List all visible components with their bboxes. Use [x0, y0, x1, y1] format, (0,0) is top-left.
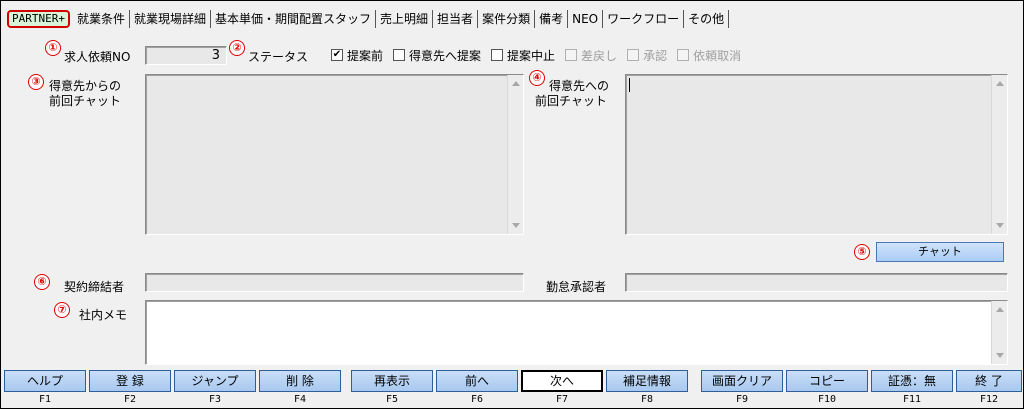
- scroll-down-icon[interactable]: [996, 223, 1004, 228]
- checkbox-checked-icon[interactable]: ✔: [331, 49, 343, 61]
- tab-worksite-details[interactable]: 就業現場詳細: [130, 10, 212, 28]
- f5-key-label: F5: [385, 394, 399, 405]
- status-option-returned: 差戻し: [565, 47, 617, 64]
- scroll-down-icon[interactable]: [512, 223, 520, 228]
- tab-work-conditions[interactable]: 就業条件: [73, 10, 130, 28]
- checkbox-icon[interactable]: [491, 49, 504, 61]
- chat-to-customer-textarea[interactable]: [625, 74, 1008, 235]
- window-frame: PARTNER+ 就業条件 就業現場詳細 基本単価・期間配置スタッフ 売上明細 …: [0, 0, 1024, 409]
- memo-scrollbar[interactable]: [991, 301, 1007, 364]
- f8-supplementary-button[interactable]: 補足情報: [606, 370, 688, 392]
- checkbox-icon[interactable]: [393, 49, 406, 61]
- badge-1: ①: [45, 40, 61, 56]
- f10-key-label: F10: [817, 394, 837, 405]
- f4-key-label: F4: [293, 394, 307, 405]
- contract-signer-field[interactable]: [145, 273, 524, 292]
- tab-case-category[interactable]: 案件分類: [478, 10, 536, 28]
- scroll-up-icon[interactable]: [996, 81, 1004, 86]
- scroll-down-icon[interactable]: [996, 353, 1004, 358]
- checkbox-icon: [677, 49, 690, 61]
- f12-key-label: F12: [979, 394, 999, 405]
- f2-register-button[interactable]: 登 録: [89, 370, 171, 392]
- tab-other[interactable]: その他: [684, 10, 730, 28]
- status-option-before-proposal[interactable]: ✔ 提案前: [331, 47, 383, 64]
- chat-to-label-line2: 前回チャット: [535, 94, 607, 108]
- status-option-proposed[interactable]: 得意先へ提案: [393, 47, 481, 64]
- badge-3: ③: [28, 74, 44, 90]
- f1-help-button[interactable]: ヘルプ: [4, 370, 86, 392]
- tab-neo[interactable]: NEO: [568, 10, 604, 28]
- status-checkbox-group: ✔ 提案前 得意先へ提案 提案中止 差戻し 承認 依頼取消: [331, 47, 751, 63]
- f6-key-label: F6: [470, 394, 484, 405]
- tab-bar: PARTNER+ 就業条件 就業現場詳細 基本単価・期間配置スタッフ 売上明細 …: [7, 9, 730, 29]
- badge-2: ②: [229, 40, 245, 56]
- f9-clear-screen-button[interactable]: 画面クリア: [701, 370, 783, 392]
- text-cursor: [629, 78, 630, 92]
- request-no-field[interactable]: 3: [145, 46, 227, 65]
- tab-person-in-charge[interactable]: 担当者: [433, 10, 479, 28]
- f7-next-button[interactable]: 次へ: [521, 370, 603, 392]
- checkbox-icon: [627, 49, 640, 61]
- f3-key-label: F3: [208, 394, 222, 405]
- scroll-up-icon[interactable]: [512, 81, 520, 86]
- badge-7: ⑦: [54, 302, 70, 318]
- f2-key-label: F2: [123, 394, 137, 405]
- f9-key-label: F9: [735, 394, 749, 405]
- tab-unit-price-staff[interactable]: 基本単価・期間配置スタッフ: [211, 10, 377, 28]
- f5-refresh-button[interactable]: 再表示: [351, 370, 433, 392]
- f1-key-label: F1: [38, 394, 52, 405]
- internal-memo-textarea[interactable]: [145, 300, 1008, 365]
- f7-key-label: F7: [555, 394, 569, 405]
- f11-evidence-button[interactable]: 証憑：無: [871, 370, 953, 392]
- chat-from-customer-textarea[interactable]: [145, 74, 524, 235]
- attendance-approver-field[interactable]: [625, 273, 1008, 292]
- chat-from-label-line2: 前回チャット: [49, 94, 121, 108]
- tab-remarks[interactable]: 備考: [535, 10, 569, 28]
- badge-5: ⑤: [854, 244, 870, 260]
- chat-from-scrollbar[interactable]: [507, 75, 523, 234]
- request-no-label: 求人依頼NO: [64, 50, 131, 64]
- f11-key-label: F11: [902, 394, 922, 405]
- f4-delete-button[interactable]: 削 除: [259, 370, 341, 392]
- status-label: ステータス: [248, 50, 309, 64]
- contract-signer-label: 契約締結者: [64, 280, 125, 294]
- f8-key-label: F8: [640, 394, 654, 405]
- badge-4: ④: [529, 70, 545, 86]
- status-option-approved: 承認: [627, 47, 667, 64]
- status-option-proposal-cancelled[interactable]: 提案中止: [491, 47, 555, 64]
- scroll-up-icon[interactable]: [996, 307, 1004, 312]
- f10-copy-button[interactable]: コピー: [786, 370, 868, 392]
- badge-6: ⑥: [34, 274, 50, 290]
- request-no-value: 3: [211, 48, 220, 63]
- f12-exit-button[interactable]: 終 了: [956, 370, 1022, 392]
- tab-workflow[interactable]: ワークフロー: [603, 10, 685, 28]
- f6-previous-button[interactable]: 前へ: [436, 370, 518, 392]
- chat-button[interactable]: チャット: [876, 242, 1004, 262]
- chat-to-scrollbar[interactable]: [991, 75, 1007, 234]
- function-key-bar: ヘルプ F1 登 録 F2 ジャンプ F3 削 除 F4 再表示 F5 前へ F…: [1, 370, 1024, 409]
- status-option-request-cancelled: 依頼取消: [677, 47, 741, 64]
- internal-memo-label: 社内メモ: [79, 308, 128, 322]
- checkbox-icon: [565, 49, 578, 61]
- f3-jump-button[interactable]: ジャンプ: [174, 370, 256, 392]
- tab-sales-details[interactable]: 売上明細: [376, 10, 434, 28]
- attendance-approver-label: 勤怠承認者: [546, 280, 607, 294]
- tab-partner-plus[interactable]: PARTNER+: [7, 10, 70, 28]
